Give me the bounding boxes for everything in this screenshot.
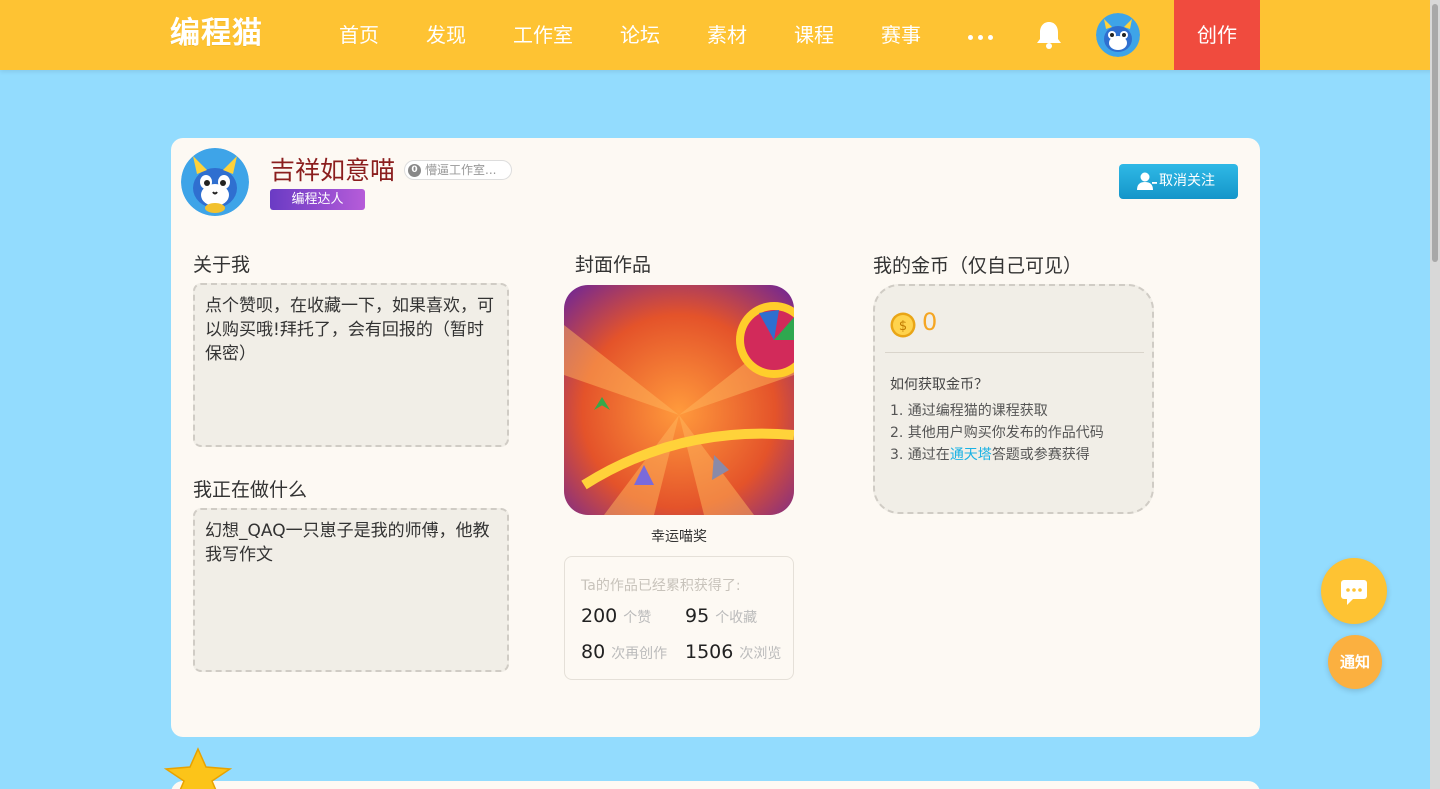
profile-username: 吉祥如意喵 (270, 156, 396, 185)
nav-home[interactable]: 首页 (339, 0, 379, 70)
coin-balance: 0 (922, 308, 938, 336)
studio-count-badge: 0 (408, 164, 421, 177)
nav-contests[interactable]: 赛事 (881, 0, 921, 70)
level-badge: 编程达人 (270, 189, 365, 210)
chat-button[interactable] (1321, 558, 1387, 624)
coin-how-title: 如何获取金币？ (890, 377, 988, 393)
about-text: 点个赞呗，在收藏一下，如果喜欢，可以购买哦!拜托了，会有回报的（暂时保密） (193, 283, 509, 447)
coin-method-3: 3. 通过在通天塔答题或参赛获得 (890, 447, 1090, 463)
nav-studio[interactable]: 工作室 (513, 0, 573, 70)
doing-text: 幻想_QAQ一只崽子是我的师傅，他教我写作文 (193, 508, 509, 672)
notice-button[interactable]: 通知 (1328, 635, 1382, 689)
cover-work-image[interactable] (564, 285, 794, 515)
stat-views: 1506 次浏览 (685, 641, 782, 663)
user-avatar[interactable] (1096, 13, 1140, 57)
star-decoration-icon (163, 747, 233, 789)
scrollbar-thumb[interactable] (1432, 4, 1438, 262)
unfollow-button[interactable]: 取消关注 (1119, 164, 1238, 199)
profile-card: 吉祥如意喵 0 懵逼工作室... 编程达人 取消关注 关于我 点个赞呗，在收藏一… (171, 138, 1260, 737)
work-stats-box: Ta的作品已经累积获得了: 200 个赞 95 个收藏 80 次再创作 1506 次浏览 (564, 556, 794, 680)
chat-icon (1341, 580, 1367, 605)
top-navigation-bar: 编程猫 首页 发现 工作室 论坛 素材 课程 赛事 创作 (0, 0, 1440, 70)
about-title: 关于我 (193, 254, 251, 276)
coins-box: $ 0 如何获取金币？ 1. 通过编程猫的课程获取 2. 其他用户购买你发布的作… (873, 284, 1154, 514)
site-logo[interactable]: 编程猫 (170, 14, 263, 54)
user-icon (1137, 172, 1157, 190)
studio-name: 懵逼工作室... (425, 163, 497, 177)
stat-likes: 200 个赞 (581, 605, 652, 627)
nav-forum[interactable]: 论坛 (620, 0, 660, 70)
nav-courses[interactable]: 课程 (794, 0, 834, 70)
stat-remixes: 80 次再创作 (581, 641, 668, 663)
coin-divider (885, 352, 1144, 353)
tower-link[interactable]: 通天塔 (950, 447, 992, 463)
coin-method-1: 1. 通过编程猫的课程获取 (890, 403, 1048, 419)
nav-discover[interactable]: 发现 (426, 0, 466, 70)
coin-icon: $ (890, 312, 916, 338)
more-icon[interactable] (966, 22, 994, 50)
coin-method-2: 2. 其他用户购买你发布的作品代码 (890, 425, 1104, 441)
stats-heading: Ta的作品已经累积获得了: (581, 578, 741, 594)
next-section-card (171, 781, 1260, 789)
doing-title: 我正在做什么 (193, 479, 308, 501)
unfollow-label: 取消关注 (1159, 173, 1215, 189)
cover-work-name[interactable]: 幸运喵奖 (564, 526, 794, 546)
create-button[interactable]: 创作 (1174, 0, 1260, 70)
studio-tag[interactable]: 0 懵逼工作室... (404, 160, 512, 180)
stat-favorites: 95 个收藏 (685, 605, 758, 627)
cover-title: 封面作品 (575, 254, 652, 276)
profile-avatar[interactable] (181, 148, 249, 216)
nav-materials[interactable]: 素材 (707, 0, 747, 70)
svg-text:$: $ (899, 319, 907, 334)
bell-icon[interactable] (1036, 20, 1062, 50)
coins-title: 我的金币（仅自己可见） (873, 255, 1083, 277)
